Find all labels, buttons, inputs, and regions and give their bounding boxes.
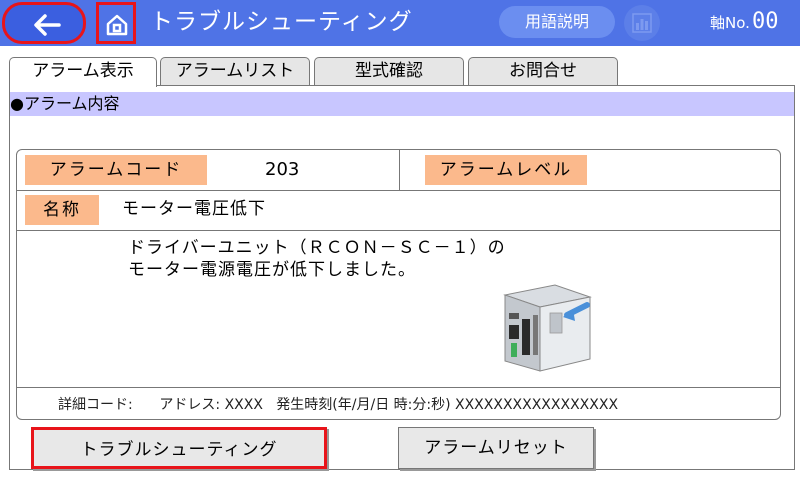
divider (17, 190, 780, 191)
section-title: ●アラーム内容 (10, 94, 120, 113)
back-arrow-icon (34, 14, 61, 36)
chart-icon (632, 13, 652, 33)
page-title: トラブルシューティング (150, 9, 413, 35)
home-button[interactable] (96, 2, 136, 44)
divider (17, 230, 780, 231)
chart-button[interactable] (624, 5, 660, 41)
tab-alarm-list[interactable]: アラームリスト (160, 57, 310, 85)
divider (399, 150, 400, 190)
back-button[interactable] (2, 2, 86, 44)
alarm-name-label: 名称 (25, 195, 99, 225)
alarm-card: アラームコード 203 アラームレベル 名称 モーター電圧低下 (16, 149, 781, 420)
tab-contact[interactable]: お問合せ (468, 57, 618, 85)
alarm-name-value: モーター電圧低下 (122, 199, 266, 219)
home-icon (106, 14, 128, 36)
driver-unit-image (503, 284, 592, 372)
tab-alarm-display[interactable]: アラーム表示 (9, 57, 157, 87)
section-header: ●アラーム内容 (10, 92, 794, 116)
troubleshooting-button[interactable]: トラブルシューティング (31, 427, 327, 469)
detail-info: 詳細コード: アドレス: XXXX 発生時刻(年/月/日 時:分:秒) XXXX… (58, 397, 619, 413)
divider (17, 387, 780, 388)
axis-label: 軸No. (710, 14, 750, 32)
alarm-reset-button[interactable]: アラームリセット (398, 427, 594, 469)
glossary-button[interactable]: 用語説明 (499, 6, 615, 38)
alarm-message: ドライバーユニット（ＲＣＯＮ－ＳＣ－１）の モーター電源電圧が低下しました。 (128, 238, 506, 280)
tab-model-check[interactable]: 型式確認 (314, 57, 464, 85)
header-bar: トラブルシューティング 用語説明 軸No. 00 (0, 0, 800, 46)
axis-number[interactable]: 00 (752, 8, 779, 36)
alarm-level-label: アラームレベル (425, 155, 587, 185)
alarm-code-value: 203 (265, 159, 300, 180)
alarm-code-label: アラームコード (25, 155, 207, 185)
